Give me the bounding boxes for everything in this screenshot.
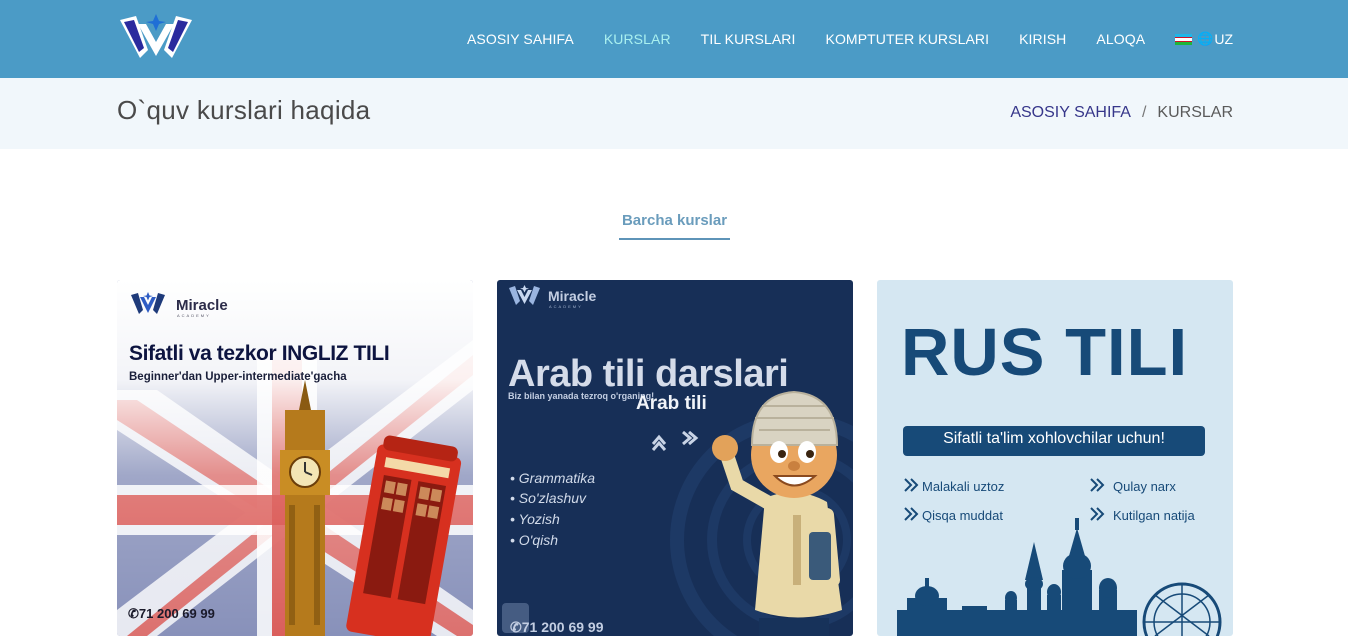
arabic-card-tagline: Biz bilan yanada tezroq o'rganing! [508,391,655,401]
nav-item-courses[interactable]: KURSLAR [604,31,671,47]
russian-card-feature-duration: Qisqa muddat [922,508,1003,523]
filter-all-courses[interactable]: Barcha kurslar [619,212,730,240]
arabic-card-phone-number: 71 200 69 99 [521,619,604,635]
arabic-card-phone: ✆71 200 69 99 [510,619,603,636]
english-course-artwork [117,280,473,636]
nav-item-login[interactable]: KIRISH [1019,31,1066,47]
language-switcher[interactable]: 🌐 UZ [1175,31,1233,47]
breadcrumb-separator: / [1141,104,1147,121]
breadcrumb: ASOSIY SAHIFA / KURSLAR [1010,104,1233,122]
arabic-card-bullet-writing: • Yozish [510,511,560,527]
arabic-card-overlay-title: Arab tili [636,393,707,414]
phone-icon: ✆ [128,606,139,621]
site-logo[interactable] [118,12,194,62]
arabic-course-artwork [497,280,853,636]
page-title: O`quv kurslari haqida [117,95,371,125]
course-card-russian[interactable]: RUS TILI Sifatli ta'lim xohlovchilar uch… [877,280,1233,636]
nav-menu: ASOSIY SAHIFA KURSLAR TIL KURSLARI KOMPT… [437,0,1233,78]
arabic-card-bullet-speaking: • So'zlashuv [510,490,587,506]
nav-item-computer-courses[interactable]: KOMPTUTER KURSLARI [826,31,990,47]
arabic-card-bullet-grammar: • Grammatika [510,470,596,486]
russian-card-headline: RUS TILI [901,315,1189,390]
russian-card-feature-teacher: Malakali uztoz [922,479,1005,494]
english-card-phone-number: 71 200 69 99 [138,606,215,621]
nav-item-contact[interactable]: ALOQA [1096,31,1145,47]
russian-card-banner: Sifatli ta'lim xohlovchilar uchun! [943,430,1165,447]
arabic-card-brand: Miracle [548,288,597,304]
breadcrumb-home-link[interactable]: ASOSIY SAHIFA [1010,104,1131,122]
uzbekistan-flag-icon [1175,33,1193,45]
english-card-phone: ✆71 200 69 99 [128,606,215,622]
page-header: O`quv kurslari haqida ASOSIY SAHIFA / KU… [0,78,1348,149]
nav-item-home[interactable]: ASOSIY SAHIFA [467,31,574,47]
course-card-english[interactable]: Miracle ACADEMY Sifatli va tezkor INGLIZ… [117,280,473,636]
english-card-headline: Sifatli va tezkor INGLIZ TILI [129,342,390,365]
language-code: UZ [1214,31,1233,47]
english-card-brand-sub: ACADEMY [177,313,211,318]
russian-card-feature-result: Kutilgan natija [1113,508,1195,523]
arabic-card-bullet-reading: • O'qish [510,532,559,548]
course-card-arabic[interactable]: Miracle ACADEMY Arab tili darslari Biz b… [497,280,853,636]
russian-card-feature-price: Qulay narx [1113,479,1176,494]
globe-icon: 🌐 [1197,31,1214,46]
arabic-card-headline: Arab tili darslari [508,353,789,395]
breadcrumb-current: KURSLAR [1157,104,1233,121]
english-card-brand: Miracle [176,297,228,314]
english-card-subline: Beginner'dan Upper-intermediate'gacha [129,371,347,383]
nav-item-language-courses[interactable]: TIL KURSLARI [701,31,796,47]
phone-icon: ✆ [510,619,522,635]
top-navbar: ASOSIY SAHIFA KURSLAR TIL KURSLARI KOMPT… [0,0,1348,78]
arabic-card-brand-sub: ACADEMY [549,304,583,309]
